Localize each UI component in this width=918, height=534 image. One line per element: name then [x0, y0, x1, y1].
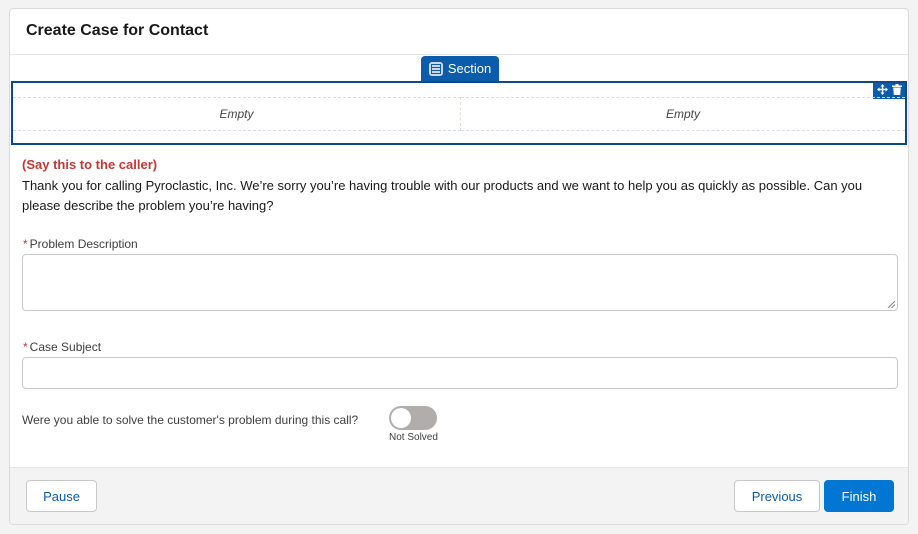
case-subject-input[interactable]	[22, 357, 898, 389]
required-marker: *	[23, 340, 28, 354]
section-container[interactable]: Empty Empty	[11, 81, 907, 145]
problem-description-textarea[interactable]	[22, 254, 898, 311]
required-marker: *	[23, 237, 28, 251]
script-heading: (Say this to the caller)	[22, 157, 158, 172]
create-case-modal: Create Case for Contact Section Empty Em…	[9, 8, 909, 525]
toggle-knob	[391, 408, 411, 428]
modal-header: Create Case for Contact	[10, 9, 908, 55]
script-text: Thank you for calling Pyroclastic, Inc. …	[22, 178, 863, 213]
solved-question-label: Were you able to solve the customer's pr…	[22, 413, 359, 427]
problem-description-label: * Problem Description	[23, 237, 138, 251]
case-subject-label-text: Case Subject	[29, 340, 102, 354]
previous-button[interactable]: Previous	[734, 480, 820, 512]
finish-button[interactable]: Finish	[824, 480, 894, 512]
section-column-right[interactable]: Empty	[461, 97, 905, 131]
case-subject-label: * Case Subject	[23, 340, 101, 354]
section-layout-icon	[428, 61, 443, 76]
modal-footer: Pause Previous Finish	[10, 467, 908, 524]
toggle-status-text: Not Solved	[389, 432, 438, 443]
modal-title: Create Case for Contact	[26, 22, 209, 39]
section-tab-label: Section	[447, 61, 492, 76]
pause-button[interactable]: Pause	[26, 480, 97, 512]
problem-description-label-text: Problem Description	[29, 237, 138, 251]
resize-handle-icon[interactable]	[887, 300, 895, 308]
section-column-left[interactable]: Empty	[13, 97, 461, 131]
solved-toggle[interactable]	[389, 406, 437, 430]
section-tab[interactable]: Section	[421, 56, 499, 81]
